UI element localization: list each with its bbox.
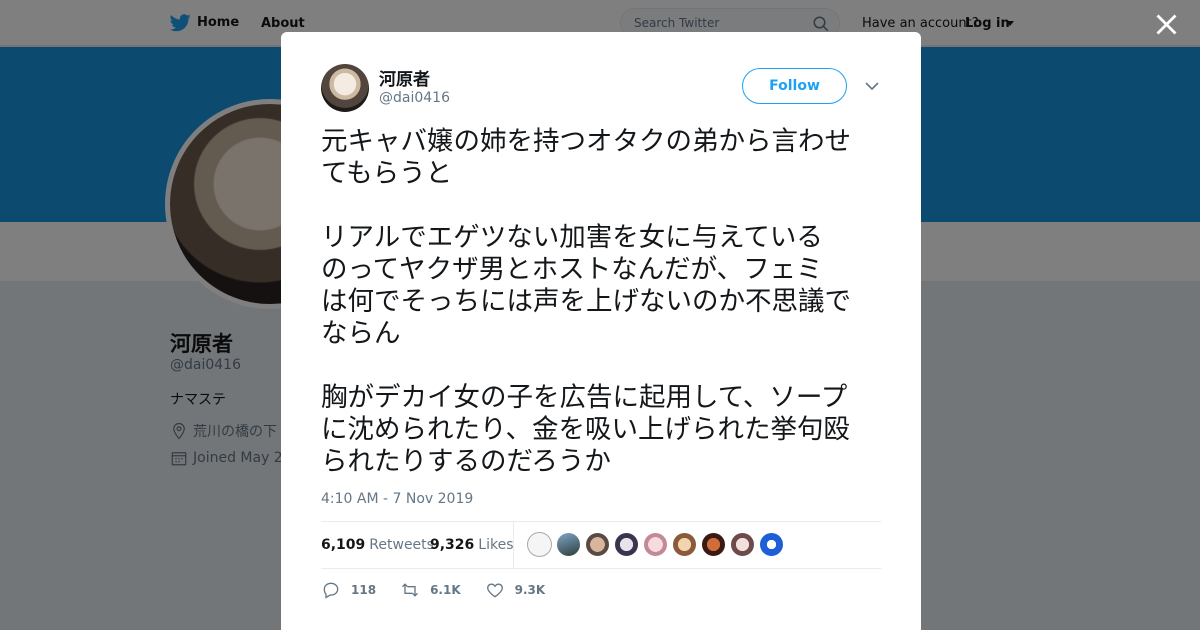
liker-avatar[interactable] [730,532,755,557]
tweet-modal: 河原者 @dai0416 Follow 元キャバ嬢の姉を持つオタクの弟から言わせ… [281,32,921,630]
chevron-down-icon[interactable] [863,79,881,93]
like-count: 9.3K [514,583,546,597]
liker-avatars [527,532,788,557]
reply-icon [323,582,339,599]
reply-count: 118 [351,583,377,597]
liker-avatar[interactable] [643,532,668,557]
tweet-text-line: 元キャバ嬢の姉を持つオタクの弟から言わせ [321,126,851,157]
likes-label: Likes [478,537,514,553]
liker-avatar[interactable] [614,532,639,557]
tweet-text-line [321,350,891,382]
liker-avatar[interactable] [585,532,610,557]
liker-avatar[interactable] [527,532,552,557]
likes-count: 9,326 [430,537,475,553]
tweet-author-handle[interactable]: @dai0416 [379,90,450,106]
tweet-text: 元キャバ嬢の姉を持つオタクの弟から言わせ てもらうと リアルでエゲツない加害を女… [321,126,891,478]
tweet-text-line [321,190,891,222]
like-button[interactable]: 9.3K [485,580,546,600]
like-icon [486,583,503,598]
retweets-label: Retweets [369,537,434,553]
tweet-stats: 6,109 Retweets 9,326 Likes [321,521,881,569]
retweet-count: 6.1K [430,583,461,597]
tweet-text-line: リアルでエゲツない加害を女に与えている [321,222,823,253]
tweet-author-avatar[interactable] [321,64,369,112]
liker-avatar[interactable] [701,532,726,557]
liker-avatar[interactable] [556,532,581,557]
retweet-button[interactable]: 6.1K [400,580,461,600]
follow-button[interactable]: Follow [742,68,847,104]
reply-button[interactable]: 118 [321,580,376,600]
tweet-timestamp[interactable]: 4:10 AM - 7 Nov 2019 [321,491,473,507]
liker-avatar[interactable] [672,532,697,557]
likes-stat[interactable]: 9,326 Likes [430,537,514,553]
retweet-icon [402,583,419,597]
tweet-author-name[interactable]: 河原者 [379,65,430,90]
tweet-text-line: ならん [321,318,401,349]
tweet-actions: 118 6.1K 9.3K [321,579,569,601]
close-icon[interactable] [1153,11,1180,38]
tweet-text-line: のってヤクザ男とホストなんだが、フェミ [321,254,823,285]
retweets-count: 6,109 [321,537,366,553]
tweet-text-line: てもらうと [321,158,453,189]
tweet-text-line: られたりするのだろうか [321,446,611,477]
tweet-text-line: は何でそっちには声を上げないのか不思議で [321,286,851,317]
stats-divider [513,522,514,569]
tweet-text-line: 胸がデカイ女の子を広告に起用して、ソープ [321,382,848,413]
liker-avatar[interactable] [759,532,784,557]
retweets-stat[interactable]: 6,109 Retweets [321,537,434,553]
tweet-text-line: に沈められたり、金を吸い上げられた挙句殴 [321,414,850,445]
